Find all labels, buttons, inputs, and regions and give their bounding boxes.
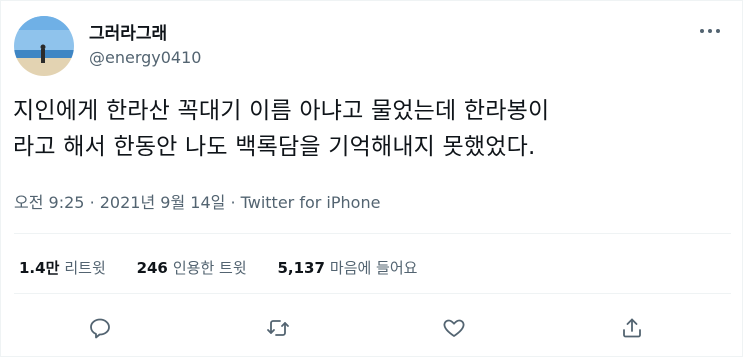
tweet-text-line: 지인에게 한라산 꼭대기 이름 아냐고 물었는데 한라봉이 [13, 98, 550, 124]
likes-count: 5,137 [277, 259, 325, 277]
retweets-label: 리트윗 [64, 259, 106, 277]
tweet-text-line: 라고 해서 한동안 나도 백록담을 기억해내지 못했었다. [13, 134, 536, 160]
tweet-source[interactable]: Twitter for iPhone [241, 193, 381, 212]
avatar-image [14, 16, 74, 76]
share-icon[interactable] [617, 313, 647, 343]
meta-separator: · [230, 193, 236, 212]
tweet-stats: 1.4만 리트윗 246 인용한 트윗 5,137 마음에 들어요 [19, 257, 443, 278]
tweet-text: 지인에게 한라산 꼭대기 이름 아냐고 물었는데 한라봉이 라고 해서 한동안 … [13, 93, 733, 165]
user-handle[interactable]: @energy0410 [89, 48, 201, 67]
tweet-date[interactable]: 2021년 9월 14일 [100, 193, 226, 212]
retweets-count: 1.4만 [19, 259, 60, 277]
meta-separator: · [89, 193, 95, 212]
divider [14, 233, 731, 234]
tweet-meta: 오전 9:25 · 2021년 9월 14일 · Twitter for iPh… [14, 189, 380, 213]
quotes-label: 인용한 트윗 [172, 259, 247, 277]
quotes-count: 246 [136, 259, 168, 277]
avatar[interactable] [14, 16, 74, 76]
tweet-card: 그러라그래 @energy0410 지인에게 한라산 꼭대기 이름 아냐고 물었… [0, 0, 743, 357]
retweet-icon[interactable] [263, 313, 293, 343]
tweet-time[interactable]: 오전 9:25 [14, 193, 84, 212]
retweets-stat[interactable]: 1.4만 리트윗 [19, 257, 106, 278]
reply-icon[interactable] [85, 313, 115, 343]
likes-label: 마음에 들어요 [329, 259, 418, 277]
divider [14, 293, 731, 294]
more-horizontal-icon[interactable] [696, 21, 724, 41]
tweet-actions [1, 313, 743, 347]
like-icon[interactable] [439, 313, 469, 343]
display-name[interactable]: 그러라그래 [89, 19, 167, 44]
quotes-stat[interactable]: 246 인용한 트윗 [137, 257, 247, 278]
likes-stat[interactable]: 5,137 마음에 들어요 [277, 257, 417, 278]
